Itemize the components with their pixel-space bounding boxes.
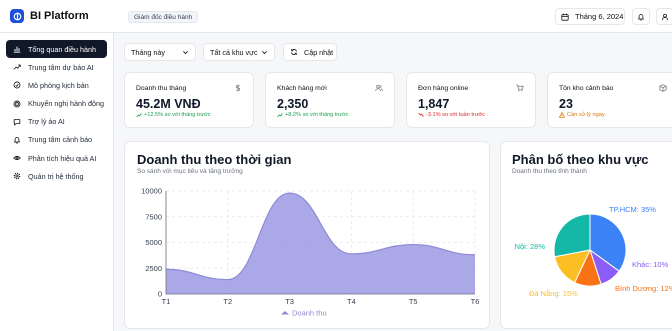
legend-marker [281,311,289,315]
kpi-card-inventory-alert: Tồn kho cảnh báo 23 Cần xử lý ngay [547,72,672,128]
kpi-delta: +12.5% so với tháng trước [136,112,211,118]
pie-slice-label: Khác: 10% [632,260,669,269]
kpi-title: Đơn hàng online [418,85,469,92]
gear-icon [13,173,21,180]
sidebar-item-scenario[interactable]: Mô phỏng kịch bản [6,76,107,94]
date-picker-button[interactable]: Tháng 6, 2024 [555,8,625,25]
chevron-down-icon [183,51,188,55]
sidebar-item-recommendations[interactable]: Khuyến nghị hành động [6,95,107,113]
x-tick-label: T1 [162,297,171,306]
sidebar-item-ai-analysis[interactable]: Phân tích hiệu quả AI [6,149,107,167]
sliders-icon [13,81,21,89]
sidebar-item-label: Trợ lý ảo AI [28,117,65,127]
kpi-delta-text: -3.1% so với tuần trước [426,112,485,118]
region-pie-chart: TP.HCM: 35% Khác: 10% Bình Dương: 12% Đà Nẵ… [515,205,672,298]
kpi-card-revenue: Doanh thu tháng 45.2M VNĐ +12.5% so với … [124,72,254,128]
revenue-area-chart: 025005000750010000T1 T2 T3 T4 T5 T6Doanh thu [141,187,480,318]
app-name: BI Platform [30,10,89,22]
kpi-value: 2,350 [277,97,309,111]
sidebar-item-label: Trung tâm cảnh báo [28,135,93,145]
box-icon [659,84,667,92]
kpi-delta: Cần xử lý ngay [559,112,605,118]
kpi-value: 45.2M VNĐ [136,97,201,111]
kpi-title: Doanh thu tháng [136,85,187,92]
kpi-delta-text: Cần xử lý ngay [567,112,605,118]
user-menu-button[interactable] [656,8,672,25]
cart-icon [516,84,524,92]
kpi-delta: +8.2% so với tháng trước [277,112,348,118]
warning-icon [559,112,565,118]
sidebar-item-admin[interactable]: Quản trị hệ thống [6,167,107,185]
trending-up-icon [13,64,21,70]
kpi-card-new-customers: Khách hàng mới 2,350 +8.2% so với tháng … [265,72,395,128]
period-select-value: Tháng này [131,47,165,57]
message-icon [13,118,21,126]
calendar-icon [561,13,569,21]
kpi-value: 1,847 [418,97,450,111]
x-tick-label: T5 [409,297,418,306]
refresh-button[interactable]: Cập nhật [283,43,337,61]
trending-up-icon [136,113,142,118]
top-header: BI Platform Giám đốc điều hành Tháng 6, … [0,0,672,33]
sidebar-item-assistant[interactable]: Trợ lý ảo AI [6,113,107,131]
target-icon [13,100,21,108]
dollar-icon [235,84,241,92]
role-badge: Giám đốc điều hành [128,11,199,23]
notifications-button[interactable] [632,8,650,25]
legend-label: Doanh thu [292,309,327,318]
date-label: Tháng 6, 2024 [575,12,624,21]
user-icon [661,13,669,20]
y-tick-label: 10000 [141,187,162,196]
pie-slice-label: Bình Dương: 12% [615,284,672,293]
refresh-icon [291,49,297,55]
refresh-label: Cập nhật [304,47,334,57]
sidebar-item-ai-forecast[interactable]: Trung tâm dự báo AI [6,58,107,76]
pie-slice [553,213,591,258]
bell-icon [13,137,21,144]
sidebar-item-label: Trung tâm dự báo AI [28,62,94,72]
x-tick-label: T2 [223,297,232,306]
sidebar-item-label: Khuyến nghị hành động [28,99,104,109]
sidebar-item-label: Phân tích hiệu quả AI [28,153,97,163]
kpi-delta: -3.1% so với tuần trước [418,112,485,118]
y-tick-label: 7500 [145,212,162,221]
kpi-delta-text: +8.2% so với tháng trước [285,112,349,118]
sidebar-item-alerts[interactable]: Trung tâm cảnh báo [6,131,107,149]
sidebar-item-label: Quản trị hệ thống [28,171,84,181]
kpi-delta-text: +12.5% so với tháng trước [144,112,211,118]
y-tick-label: 5000 [145,238,162,247]
bar-chart-icon [13,46,21,53]
pie-slice-label: TP.HCM: 35% [609,205,656,214]
kpi-title: Tồn kho cảnh báo [559,85,614,92]
chevron-down-icon [262,51,267,55]
region-chart-card: Phân bố theo khu vực Doanh thu theo tỉnh… [500,141,672,329]
period-select[interactable]: Tháng này [124,43,196,61]
revenue-area [166,193,475,294]
eye-icon [13,156,21,161]
sidebar-item-overview[interactable]: Tổng quan điều hành [6,40,107,58]
trending-up-icon [277,113,283,118]
x-tick-label: T4 [347,297,356,306]
trending-down-icon [418,112,424,117]
y-tick-label: 2500 [145,264,162,273]
bell-icon [637,13,645,21]
sidebar: Tổng quan điều hành Trung tâm dự báo AI … [0,33,114,331]
sidebar-item-label: Mô phỏng kịch bản [28,80,89,90]
x-tick-label: T3 [285,297,294,306]
pie-slice-label: Đà Nẵng: 15% [529,289,578,298]
x-tick-label: T6 [471,297,480,306]
kpi-title: Khách hàng mới [277,85,327,92]
region-select-value: Tất cả khu vực [210,47,258,57]
pie-slice-label: Nội: 28% [515,242,546,251]
kpi-value: 23 [559,97,573,111]
sidebar-item-label: Tổng quan điều hành [28,44,96,54]
region-select[interactable]: Tất cả khu vực [203,43,275,61]
kpi-card-online-orders: Đơn hàng online 1,847 -3.1% so với tuần … [406,72,536,128]
users-icon [375,84,383,92]
revenue-chart-card: Doanh thu theo thời gian So sánh với mục… [124,141,490,329]
logo-icon [10,9,24,23]
